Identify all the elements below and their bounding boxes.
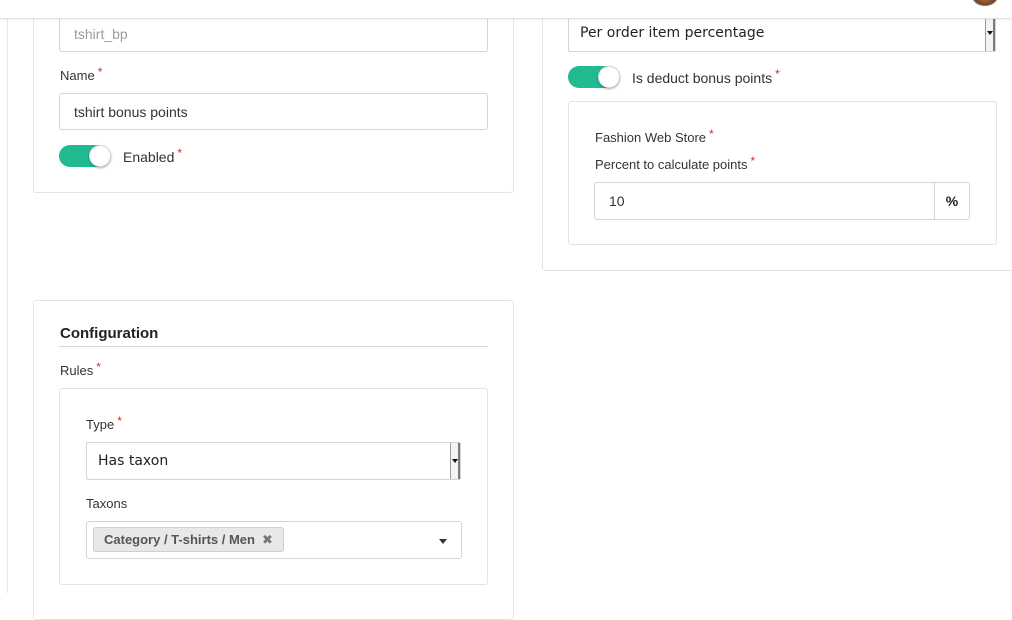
- channel-label: Fashion Web Store *: [595, 127, 714, 145]
- percent-field[interactable]: 10: [594, 182, 935, 220]
- user-avatar-icon[interactable]: [972, 0, 998, 6]
- rules-label: Rules *: [60, 360, 101, 378]
- code-field: tshirt_bp: [59, 16, 488, 52]
- taxon-chip[interactable]: Category / T-shirts / Men ✖: [93, 527, 284, 552]
- rule-type-value: Has taxon: [98, 453, 169, 469]
- calculator-type-select[interactable]: Per order item percentage: [568, 14, 996, 52]
- configuration-title: Configuration: [60, 325, 159, 342]
- required-marker: *: [117, 414, 122, 428]
- percent-label: Percent to calculate points *: [595, 154, 756, 172]
- name-field[interactable]: tshirt bonus points: [59, 93, 488, 130]
- channel-config-panel: [568, 101, 997, 245]
- toggle-knob: [598, 66, 620, 88]
- rule-type-label: Type *: [86, 414, 122, 432]
- enabled-toggle[interactable]: [59, 145, 111, 167]
- section-divider: [59, 346, 488, 347]
- chevron-down-icon[interactable]: [985, 15, 995, 51]
- percent-unit-addon: %: [935, 182, 970, 220]
- required-marker: *: [709, 127, 714, 141]
- taxons-multiselect[interactable]: Category / T-shirts / Men ✖: [86, 521, 462, 559]
- required-marker: *: [97, 65, 103, 79]
- taxons-label: Taxons: [86, 496, 128, 511]
- deduct-label: Is deduct bonus points *: [632, 67, 780, 86]
- remove-icon[interactable]: ✖: [262, 532, 273, 548]
- top-bar: [0, 0, 1012, 19]
- dropdown-caret-icon[interactable]: [439, 539, 447, 544]
- taxon-chip-label: Category / T-shirts / Men: [104, 532, 255, 547]
- required-marker: *: [775, 67, 780, 81]
- percent-value: 10: [609, 193, 625, 209]
- name-value: tshirt bonus points: [74, 103, 188, 120]
- required-marker: *: [177, 146, 183, 160]
- required-marker: *: [750, 154, 756, 168]
- enabled-label: Enabled *: [123, 146, 183, 165]
- sidebar-edge: [0, 19, 8, 593]
- name-label: Name *: [60, 65, 103, 83]
- calculator-type-value: Per order item percentage: [580, 25, 765, 41]
- rule-type-select[interactable]: Has taxon: [86, 442, 461, 480]
- code-value: tshirt_bp: [74, 26, 128, 42]
- deduct-toggle[interactable]: [568, 66, 620, 88]
- required-marker: *: [96, 360, 101, 374]
- toggle-knob: [89, 145, 111, 167]
- chevron-down-icon[interactable]: [450, 443, 460, 479]
